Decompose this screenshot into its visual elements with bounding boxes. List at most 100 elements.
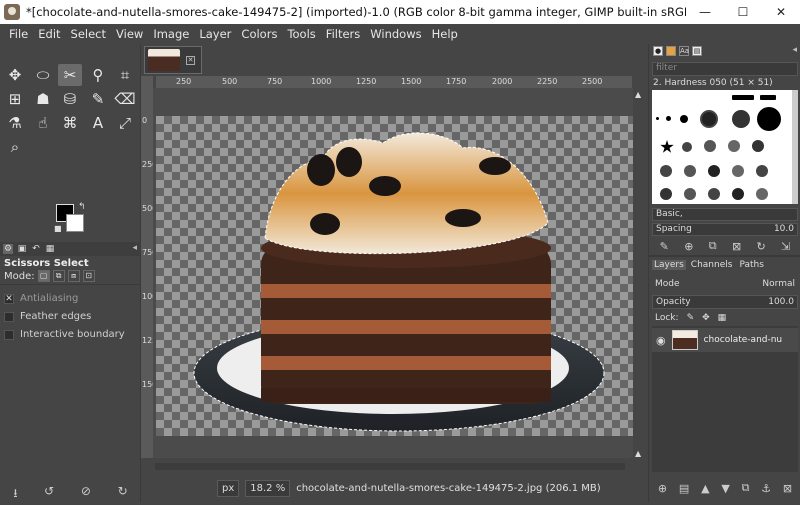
brush-swatch[interactable]: [684, 165, 696, 177]
horizontal-scrollbar[interactable]: [141, 460, 646, 474]
anchor-layer-icon[interactable]: ⚓: [761, 482, 771, 495]
brush-grid-scrollbar[interactable]: [792, 90, 798, 204]
menu-view[interactable]: View: [111, 27, 148, 41]
lock-pixels-icon[interactable]: ✎: [687, 313, 695, 323]
bucket-fill-tool-icon[interactable]: ⛁: [58, 88, 82, 110]
layer-mode-select[interactable]: Normal: [762, 279, 795, 289]
maximize-button[interactable]: ☐: [724, 0, 762, 24]
option-antialiasing[interactable]: ✕ Antialiasing: [4, 293, 78, 304]
ruler-corner[interactable]: [141, 76, 153, 88]
antialiasing-checkbox[interactable]: ✕: [4, 293, 14, 304]
image-tab[interactable]: ✕: [144, 46, 202, 74]
brush-swatch-selected[interactable]: [700, 110, 718, 128]
brush-swatch[interactable]: [660, 140, 674, 153]
fuzzy-select-tool-icon[interactable]: ⚲: [86, 64, 110, 86]
unified-transform-tool-icon[interactable]: ⊞: [3, 88, 27, 110]
brush-swatch[interactable]: [660, 188, 672, 200]
tab-paths[interactable]: Paths: [737, 260, 765, 270]
document-history-tab-icon[interactable]: ▤: [692, 46, 702, 56]
smudge-tool-icon[interactable]: ☝: [31, 112, 55, 134]
delete-brush-icon[interactable]: ⊠: [732, 240, 741, 253]
undo-history-tab-icon[interactable]: ↶: [31, 244, 41, 254]
background-color-swatch[interactable]: [66, 214, 84, 232]
duplicate-layer-icon[interactable]: ⧉: [742, 481, 750, 495]
lock-alpha-icon[interactable]: ▦: [718, 313, 727, 323]
reset-colors-icon[interactable]: ■: [54, 224, 62, 233]
brush-preset-select[interactable]: Basic,: [652, 208, 798, 221]
option-feather-edges[interactable]: Feather edges: [4, 311, 91, 322]
open-brush-folder-icon[interactable]: ⇲: [781, 240, 790, 253]
brush-swatch[interactable]: [756, 188, 768, 200]
brush-swatch[interactable]: [682, 142, 692, 152]
new-layer-group-icon[interactable]: ▤: [679, 482, 689, 495]
reset-options-icon[interactable]: ↻: [118, 484, 128, 502]
unit-select[interactable]: px: [217, 479, 240, 497]
interactive-boundary-checkbox[interactable]: [4, 329, 14, 340]
brush-swatch[interactable]: [684, 188, 696, 200]
raise-layer-icon[interactable]: ▲: [701, 482, 709, 495]
new-brush-icon[interactable]: ⊕: [684, 240, 693, 253]
fg-bg-color-swatches[interactable]: ↰ ■: [54, 202, 88, 234]
swap-colors-icon[interactable]: ↰: [78, 202, 86, 212]
mode-intersect-icon[interactable]: ⊡: [82, 270, 95, 282]
close-image-tab-icon[interactable]: ✕: [186, 55, 195, 65]
menu-tools[interactable]: Tools: [282, 27, 320, 41]
scroll-up-icon[interactable]: ▲: [635, 90, 641, 99]
device-status-tab-icon[interactable]: ▣: [17, 244, 27, 254]
tool-options-tab-icon[interactable]: ⚙: [3, 244, 13, 254]
opacity-slider[interactable]: Opacity 100.0: [652, 295, 798, 309]
paths-tool-icon[interactable]: ⌘: [58, 112, 82, 134]
brush-swatch[interactable]: [752, 140, 764, 152]
delete-options-icon[interactable]: ⊘: [81, 484, 91, 502]
spacing-slider[interactable]: Spacing 10.0: [652, 223, 798, 236]
brush-swatch[interactable]: [732, 110, 750, 128]
menu-layer[interactable]: Layer: [194, 27, 236, 41]
eraser-tool-icon[interactable]: ⌫: [113, 88, 137, 110]
option-interactive-boundary[interactable]: Interactive boundary: [4, 329, 125, 340]
refresh-brushes-icon[interactable]: ↻: [756, 240, 765, 253]
mode-replace-icon[interactable]: ▢: [37, 270, 50, 282]
zoom-tool-icon[interactable]: ⌕: [3, 136, 27, 158]
vertical-ruler[interactable]: 0 250 500 750 1000 1250 1500: [141, 88, 153, 458]
fonts-tab-icon[interactable]: Aa: [679, 46, 689, 56]
scroll-down-icon[interactable]: ▲: [635, 449, 641, 458]
brush-swatch[interactable]: [732, 188, 744, 200]
minimize-button[interactable]: —: [686, 0, 724, 24]
menu-windows[interactable]: Windows: [365, 27, 426, 41]
brush-filter-input[interactable]: filter: [652, 62, 798, 76]
menu-file[interactable]: File: [4, 27, 33, 41]
brush-swatch[interactable]: [757, 107, 781, 131]
menu-image[interactable]: Image: [148, 27, 194, 41]
lower-layer-icon[interactable]: ▼: [721, 482, 729, 495]
close-button[interactable]: ✕: [762, 0, 800, 24]
edit-brush-icon[interactable]: ✎: [660, 240, 669, 253]
move-tool-icon[interactable]: ✥: [3, 64, 27, 86]
clone-tool-icon[interactable]: ⚗: [3, 112, 27, 134]
brushes-panel-menu-icon[interactable]: ◂: [792, 45, 797, 55]
restore-options-icon[interactable]: ↺: [44, 484, 54, 502]
duplicate-brush-icon[interactable]: ⧉: [709, 239, 717, 253]
panel-menu-icon[interactable]: ◂: [132, 243, 137, 253]
brush-grid[interactable]: [652, 90, 798, 204]
cake-image[interactable]: [153, 88, 633, 458]
brush-swatch[interactable]: [680, 115, 688, 123]
images-tab-icon[interactable]: ▦: [45, 244, 55, 254]
patterns-tab-icon[interactable]: [666, 46, 676, 56]
menu-edit[interactable]: Edit: [33, 27, 65, 41]
brush-swatch[interactable]: [704, 140, 716, 152]
menu-select[interactable]: Select: [66, 27, 111, 41]
brush-swatch[interactable]: [756, 165, 768, 177]
brush-swatch[interactable]: [660, 165, 672, 177]
ellipse-select-tool-icon[interactable]: ⬭: [31, 64, 55, 86]
brush-swatch[interactable]: [732, 95, 754, 100]
brush-swatch[interactable]: [708, 188, 720, 200]
brush-swatch[interactable]: [708, 165, 720, 177]
scissors-select-tool-icon[interactable]: ✂: [58, 64, 82, 86]
tab-channels[interactable]: Channels: [689, 260, 735, 270]
menu-colors[interactable]: Colors: [236, 27, 282, 41]
canvas-viewport[interactable]: [153, 88, 633, 458]
brush-swatch[interactable]: [728, 140, 740, 152]
brush-swatch[interactable]: [760, 95, 776, 100]
lock-position-icon[interactable]: ✥: [702, 313, 710, 323]
save-options-icon[interactable]: ⭳: [13, 484, 17, 502]
